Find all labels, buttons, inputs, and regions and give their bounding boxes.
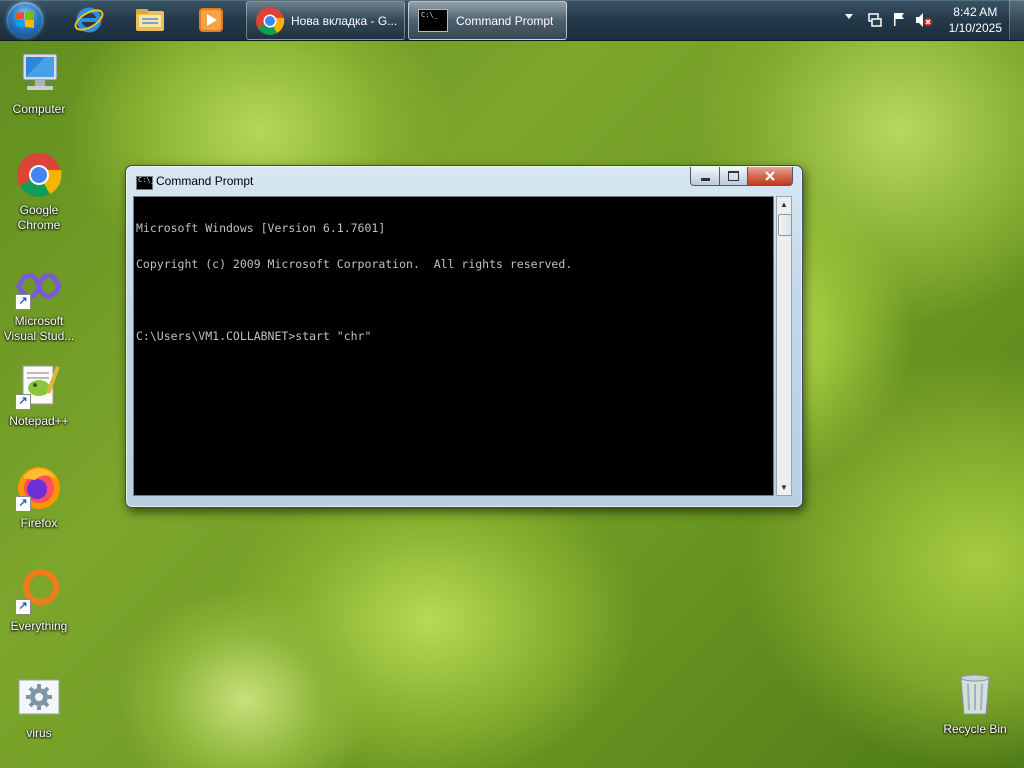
desktop-icon-notepad-plus-plus[interactable]: ↗ Notepad++ [1,362,77,429]
maximize-button[interactable] [719,167,748,186]
volume-muted-icon[interactable] [915,12,933,28]
scrollbar-thumb[interactable] [778,214,792,236]
notification-area [843,0,943,40]
internet-explorer-icon [74,7,104,33]
taskbar-pin-media-player[interactable] [194,3,228,37]
console-line: Microsoft Windows [Version 6.1.7601] [136,221,386,235]
chrome-icon [17,153,62,197]
window-title: Command Prompt [156,174,254,188]
taskbar-task-command-prompt[interactable]: C:\_ Command Prompt [408,1,567,40]
start-button[interactable] [7,2,43,38]
taskbar: Нова вкладка - G... C:\_ Command Prompt … [0,0,1024,41]
scroll-up-arrow-icon[interactable]: ▲ [777,197,791,212]
clock-date: 1/10/2025 [948,21,1002,35]
network-icon[interactable] [867,12,883,28]
taskbar-task-label: Нова вкладка - G... [291,13,398,28]
action-center-flag-icon[interactable] [891,11,907,27]
taskbar-task-label: Command Prompt [456,13,554,28]
chrome-icon [256,6,285,35]
desktop-icon-label: Notepad++ [9,414,69,428]
shortcut-arrow-icon: ↗ [15,599,31,615]
console-output[interactable]: Microsoft Windows [Version 6.1.7601] Cop… [133,196,774,496]
system-clock[interactable]: 8:42 AM 1/10/2025 [949,4,1002,36]
clock-time: 8:42 AM [953,5,998,19]
close-button[interactable] [747,167,793,186]
shortcut-arrow-icon: ↗ [15,394,31,410]
desktop-icon-google-chrome[interactable]: Google Chrome [1,151,77,233]
show-hidden-icons-button[interactable] [845,14,853,19]
maximize-icon [728,171,739,181]
desktop-icon-virus[interactable]: virus [1,674,77,741]
taskbar-task-chrome[interactable]: Нова вкладка - G... [246,1,405,40]
desktop-icon-label: Microsoft Visual Stud... [3,314,75,343]
desktop-icon-recycle-bin[interactable]: Recycle Bin [937,670,1013,737]
desktop-icon-visual-studio[interactable]: ↗ Microsoft Visual Stud... [1,262,77,344]
minimize-button[interactable] [690,167,720,186]
desktop-icon-label: virus [26,726,52,740]
desktop-icon-label: Computer [12,102,66,116]
windows-explorer-icon [136,9,164,31]
media-player-icon [199,8,223,32]
taskbar-pin-explorer[interactable] [133,3,167,37]
close-icon [765,171,775,181]
shortcut-arrow-icon: ↗ [15,496,31,512]
command-prompt-window[interactable]: C:\_ Command Prompt Microsoft Windows [V… [125,165,803,508]
windows-logo-icon [16,11,34,28]
shortcut-arrow-icon: ↗ [15,294,31,310]
scroll-down-arrow-icon[interactable]: ▼ [777,480,791,495]
desktop-icon-label: Recycle Bin [943,722,1007,736]
computer-icon [22,53,58,90]
cmd-icon: C:\_ [418,9,448,32]
desktop-icon-label: Firefox [20,516,58,530]
minimize-icon [700,177,710,181]
desktop-icon-label: Google Chrome [17,203,61,232]
cmd-icon: C:\_ [136,176,155,190]
console-line: Copyright (c) 2009 Microsoft Corporation… [136,257,573,271]
desktop-icon-everything[interactable]: ↗ Everything [1,567,77,634]
console-prompt-line: C:\Users\VM1.COLLABNET>start "chr" [136,329,372,343]
desktop-icon-computer[interactable]: Computer [1,50,77,117]
taskbar-pin-internet-explorer[interactable] [72,3,106,37]
settings-file-icon [18,679,60,715]
desktop-icon-label: Everything [10,619,68,633]
vertical-scrollbar[interactable]: ▲ ▼ [776,196,792,496]
desktop-icon-firefox[interactable]: ↗ Firefox [1,464,77,531]
show-desktop-button[interactable] [1009,0,1024,40]
recycle-bin-icon [960,674,990,715]
